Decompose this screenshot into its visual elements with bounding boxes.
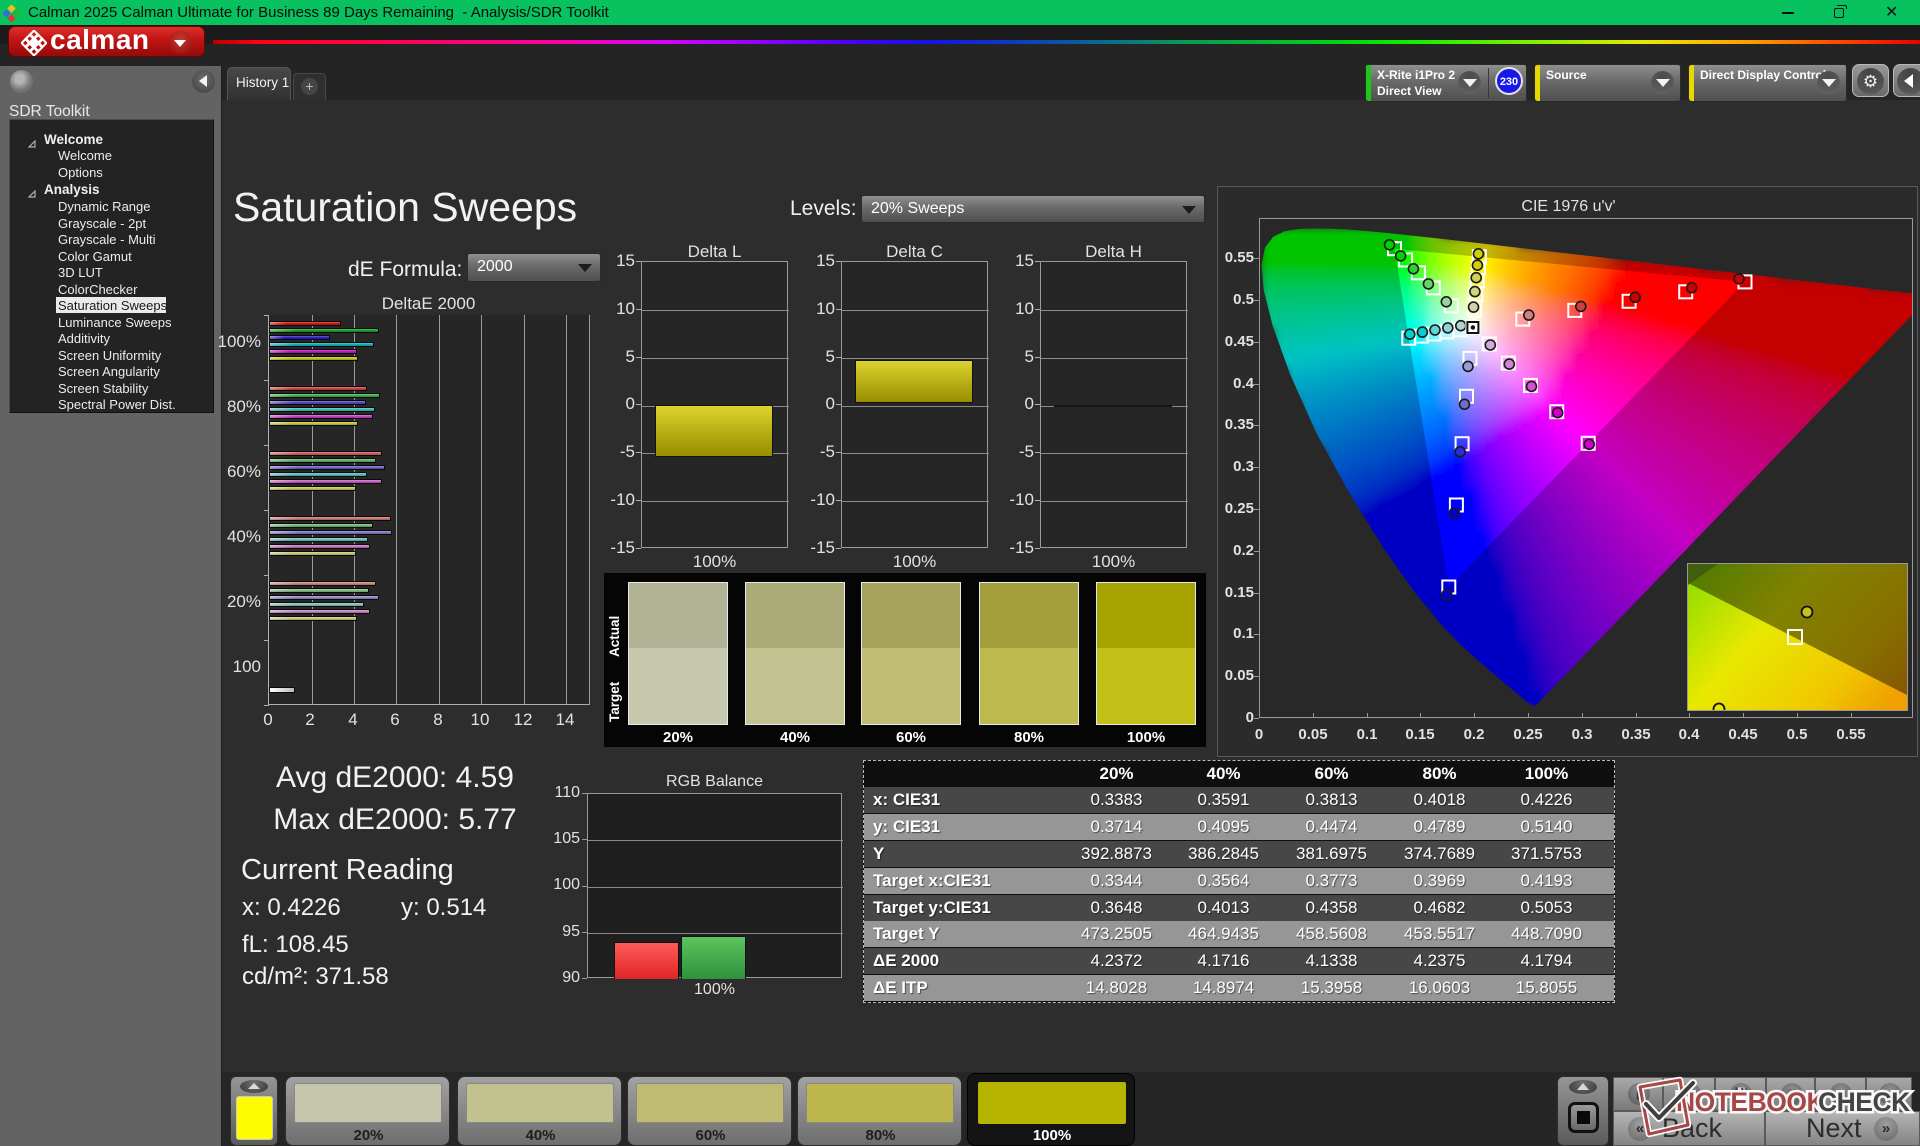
- svg-text:NOTEBOOK: NOTEBOOK: [1676, 1087, 1825, 1117]
- svg-text:CHECK: CHECK: [1818, 1087, 1910, 1117]
